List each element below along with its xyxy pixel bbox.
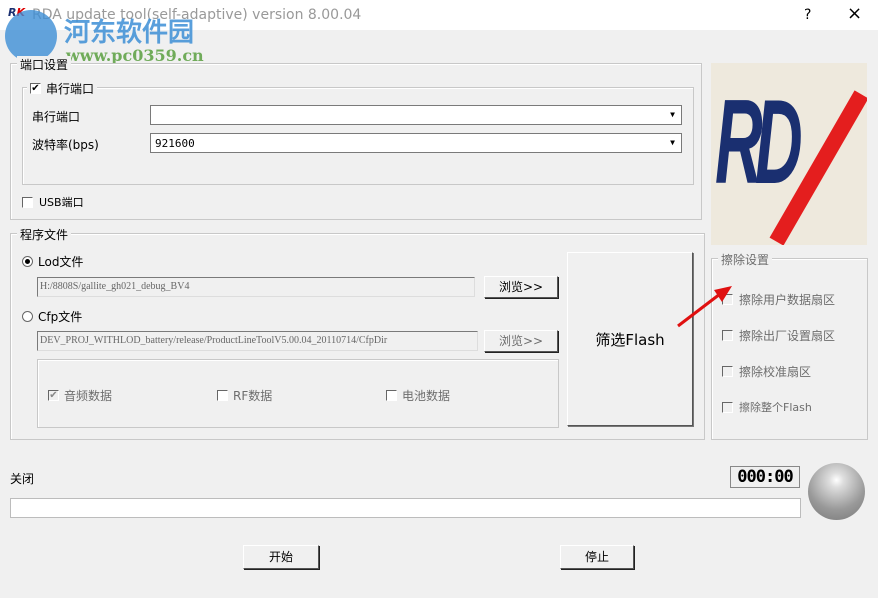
usb-option[interactable]: USB端口 (22, 194, 84, 210)
erase-label: 擦除出厂设置扇区 (739, 327, 835, 344)
usb-checkbox[interactable] (22, 197, 33, 208)
program-files-label: 程序文件 (17, 226, 71, 243)
lod-label: Lod文件 (38, 253, 83, 270)
close-button[interactable]: × (847, 3, 862, 24)
erase-option[interactable]: 擦除校准扇区 (722, 363, 811, 380)
rf-checkbox[interactable] (217, 390, 228, 401)
lod-path-field[interactable]: H:/8808S/gallite_gh021_debug_BV4 (37, 277, 475, 297)
chevron-down-icon: ▼ (666, 108, 679, 122)
serial-port-label: 串行端口 (32, 108, 80, 125)
start-button[interactable]: 开始 (243, 545, 319, 569)
erase-label: 擦除整个Flash (739, 399, 812, 415)
chevron-down-icon: ▼ (666, 136, 679, 150)
cfp-radio[interactable] (22, 311, 33, 322)
erase-checkbox[interactable] (722, 402, 733, 413)
status-text: 关闭 (10, 470, 34, 487)
baud-combo[interactable]: 921600▼ (150, 133, 682, 153)
annotation-arrow-icon (670, 280, 740, 335)
audio-label: 音频数据 (64, 387, 112, 404)
cfp-path-field[interactable]: DEV_PROJ_WITHLOD_battery/release/Product… (37, 331, 478, 351)
audio-checkbox[interactable]: ✔ (48, 390, 59, 401)
audio-option[interactable]: ✔ 音频数据 (48, 387, 112, 404)
erase-settings-label: 擦除设置 (718, 251, 772, 268)
serial-group-label: 串行端口 (46, 80, 94, 97)
lod-browse-button[interactable]: 浏览>> (484, 276, 558, 298)
serial-port-combo[interactable]: ▼ (150, 105, 682, 125)
timer-display: 000:00 (730, 466, 800, 488)
battery-option[interactable]: 电池数据 (386, 387, 450, 404)
erase-label: 擦除用户数据扇区 (739, 291, 835, 308)
usb-label: USB端口 (39, 194, 84, 210)
help-button[interactable]: ? (804, 7, 811, 23)
watermark-logo (5, 10, 57, 62)
erase-label: 擦除校准扇区 (739, 363, 811, 380)
rda-logo: RD (711, 63, 867, 245)
watermark-name: 河东软件园 (64, 12, 194, 49)
lod-radio[interactable] (22, 256, 33, 267)
cfp-browse-button[interactable]: 浏览>> (484, 330, 558, 352)
cfp-option[interactable]: Cfp文件 (22, 308, 82, 325)
progress-bar (10, 498, 801, 518)
filter-flash-button[interactable]: 筛选Flash (567, 252, 693, 426)
baud-label: 波特率(bps) (32, 136, 99, 153)
battery-label: 电池数据 (402, 387, 450, 404)
data-options-box (37, 359, 559, 428)
erase-checkbox[interactable] (722, 366, 733, 377)
rf-option[interactable]: RF数据 (217, 387, 272, 404)
status-indicator-light (808, 463, 865, 520)
lod-option[interactable]: Lod文件 (22, 253, 83, 270)
serial-checkbox[interactable]: ✔ (30, 83, 41, 94)
rda-logo-text: RD (715, 73, 795, 211)
port-settings-label: 端口设置 (17, 56, 71, 73)
erase-option[interactable]: 擦除整个Flash (722, 399, 812, 415)
rf-label: RF数据 (233, 387, 272, 404)
battery-checkbox[interactable] (386, 390, 397, 401)
cfp-label: Cfp文件 (38, 308, 82, 325)
serial-group-header[interactable]: ✔ 串行端口 (27, 80, 97, 97)
stop-button[interactable]: 停止 (560, 545, 634, 569)
